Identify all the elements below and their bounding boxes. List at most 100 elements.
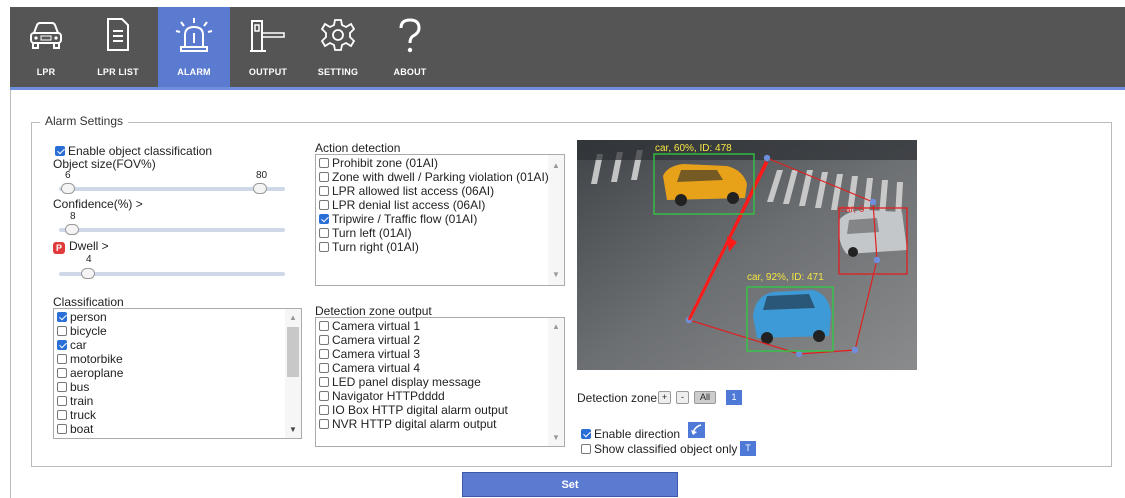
classification-item-label: bicycle xyxy=(70,324,107,338)
classification-item-label: car xyxy=(70,338,87,352)
classified-t-button[interactable]: T xyxy=(740,441,756,456)
zone-output-item[interactable]: LED panel display message xyxy=(316,375,564,389)
action-item[interactable]: Turn right (01AI) xyxy=(316,240,564,254)
direction-button[interactable] xyxy=(688,422,705,438)
object-size-label: Object size(FOV%) xyxy=(53,157,156,171)
classification-item[interactable]: aeroplane xyxy=(54,366,301,380)
zone-output-item[interactable]: Navigator HTTPdddd xyxy=(316,389,564,403)
classification-scrollbar[interactable]: ▲ ▼ xyxy=(285,309,301,438)
classification-list[interactable]: person bicycle car motorbike aeroplane bus tra… xyxy=(53,308,302,439)
nav-output[interactable]: OUTPUT xyxy=(232,7,304,87)
zone-index-button[interactable]: 1 xyxy=(726,390,742,405)
enable-classification-checkbox[interactable]: Enable object classification xyxy=(55,144,212,158)
checkbox-box[interactable] xyxy=(319,158,329,168)
nav-lpr-list[interactable]: LPR LIST xyxy=(82,7,154,87)
zone-output-item[interactable]: NVR HTTP digital alarm output xyxy=(316,417,564,431)
checkbox-box[interactable] xyxy=(319,200,329,210)
enable-classification-label: Enable object classification xyxy=(68,144,213,158)
object-size-max-thumb[interactable] xyxy=(253,183,267,194)
nav-setting[interactable]: SETTING xyxy=(302,7,374,87)
classification-item[interactable]: motorbike xyxy=(54,352,301,366)
confidence-slider-track[interactable] xyxy=(59,228,285,232)
scroll-up-icon[interactable]: ▲ xyxy=(552,322,560,331)
set-button[interactable]: Set xyxy=(462,472,678,497)
zone-output-item[interactable]: Camera virtual 1 xyxy=(316,319,564,333)
checkbox-box[interactable] xyxy=(319,172,329,182)
zone-remove-button[interactable]: - xyxy=(676,391,689,404)
action-scrollbar[interactable]: ▲ ▼ xyxy=(548,155,564,285)
checkbox-box[interactable] xyxy=(57,382,67,392)
scrollbar-thumb[interactable] xyxy=(287,327,299,377)
action-item[interactable]: LPR allowed list access (06AI) xyxy=(316,184,564,198)
zone-output-list[interactable]: Camera virtual 1 Camera virtual 2 Camera v… xyxy=(315,317,565,447)
scroll-up-icon[interactable]: ▲ xyxy=(289,313,297,322)
zone-all-button[interactable]: All xyxy=(694,391,716,404)
checkbox-box[interactable] xyxy=(57,396,67,406)
confidence-thumb[interactable] xyxy=(65,224,79,235)
enable-direction-checkbox[interactable]: Enable direction xyxy=(581,427,680,441)
enable-direction-label: Enable direction xyxy=(594,427,681,441)
classification-item[interactable]: car xyxy=(54,338,301,352)
zone-output-item[interactable]: Camera virtual 4 xyxy=(316,361,564,375)
checkbox-box[interactable] xyxy=(581,444,591,454)
scroll-down-icon[interactable]: ▼ xyxy=(552,433,560,442)
scroll-down-icon[interactable]: ▼ xyxy=(289,425,297,434)
object-size-slider-track[interactable] xyxy=(59,187,285,191)
checkbox-box[interactable] xyxy=(319,335,329,345)
checkbox-box[interactable] xyxy=(319,349,329,359)
nav-label: ABOUT xyxy=(393,67,427,77)
checkbox-box[interactable] xyxy=(319,214,329,224)
zone-output-scrollbar[interactable]: ▲ ▼ xyxy=(548,318,564,446)
checkbox-box[interactable] xyxy=(319,186,329,196)
checkbox-box[interactable] xyxy=(581,429,591,439)
classification-item[interactable]: person xyxy=(54,310,301,324)
checkbox-box[interactable] xyxy=(57,340,67,350)
action-item[interactable]: LPR denial list access (06AI) xyxy=(316,198,564,212)
scroll-up-icon[interactable]: ▲ xyxy=(552,161,560,170)
classification-item[interactable]: bus xyxy=(54,380,301,394)
dwell-thumb[interactable] xyxy=(81,268,95,279)
classification-item[interactable]: train xyxy=(54,394,301,408)
alarm-light-icon xyxy=(175,18,213,52)
checkbox-box[interactable] xyxy=(57,424,67,434)
zone-output-item[interactable]: Camera virtual 2 xyxy=(316,333,564,347)
zone-add-button[interactable]: + xyxy=(658,391,671,404)
checkbox-box[interactable] xyxy=(57,354,67,364)
scroll-down-icon[interactable]: ▼ xyxy=(552,270,560,279)
camera-preview[interactable]: car, 60%, ID: 478 car, 92%, ID: 471 car,… xyxy=(577,140,917,370)
checkbox-box[interactable] xyxy=(319,377,329,387)
classification-item[interactable]: bicycle xyxy=(54,324,301,338)
checkbox-box[interactable] xyxy=(319,405,329,415)
show-classified-checkbox[interactable]: Show classified object only xyxy=(581,442,737,456)
object-size-min-thumb[interactable] xyxy=(61,183,75,194)
checkbox-box[interactable] xyxy=(57,410,67,420)
checkbox-box[interactable] xyxy=(319,363,329,373)
checkbox-box[interactable] xyxy=(57,312,67,322)
zone-output-item[interactable]: IO Box HTTP digital alarm output xyxy=(316,403,564,417)
checkbox-box[interactable] xyxy=(319,321,329,331)
zone-output-item[interactable]: Camera virtual 3 xyxy=(316,347,564,361)
nav-alarm[interactable]: ALARM xyxy=(158,7,230,87)
object-size-max-value: 80 xyxy=(256,170,268,181)
action-item[interactable]: Tripwire / Traffic flow (01AI) xyxy=(316,212,564,226)
checkbox-box[interactable] xyxy=(57,326,67,336)
checkbox-box[interactable] xyxy=(57,368,67,378)
classification-item[interactable]: boat xyxy=(54,422,301,436)
action-item[interactable]: Turn left (01AI) xyxy=(316,226,564,240)
action-item[interactable]: Zone with dwell / Parking violation (01A… xyxy=(316,170,564,184)
checkbox-box[interactable] xyxy=(319,228,329,238)
nav-about[interactable]: ABOUT xyxy=(374,7,446,87)
classification-item[interactable]: truck xyxy=(54,408,301,422)
classification-item-label: aeroplane xyxy=(70,366,124,380)
checkbox-box[interactable] xyxy=(55,146,65,156)
checkbox-box[interactable] xyxy=(319,419,329,429)
section-title: Alarm Settings xyxy=(40,114,129,128)
checkbox-box[interactable] xyxy=(319,391,329,401)
nav-label: ALARM xyxy=(177,67,211,77)
confidence-label: Confidence(%) > xyxy=(53,197,143,211)
checkbox-box[interactable] xyxy=(319,242,329,252)
nav-lpr[interactable]: LPR xyxy=(10,7,82,87)
action-detection-list[interactable]: Prohibit zone (01AI) Zone with dwell / Pa… xyxy=(315,154,565,286)
action-item[interactable]: Prohibit zone (01AI) xyxy=(316,156,564,170)
classification-item-label: truck xyxy=(70,408,97,422)
